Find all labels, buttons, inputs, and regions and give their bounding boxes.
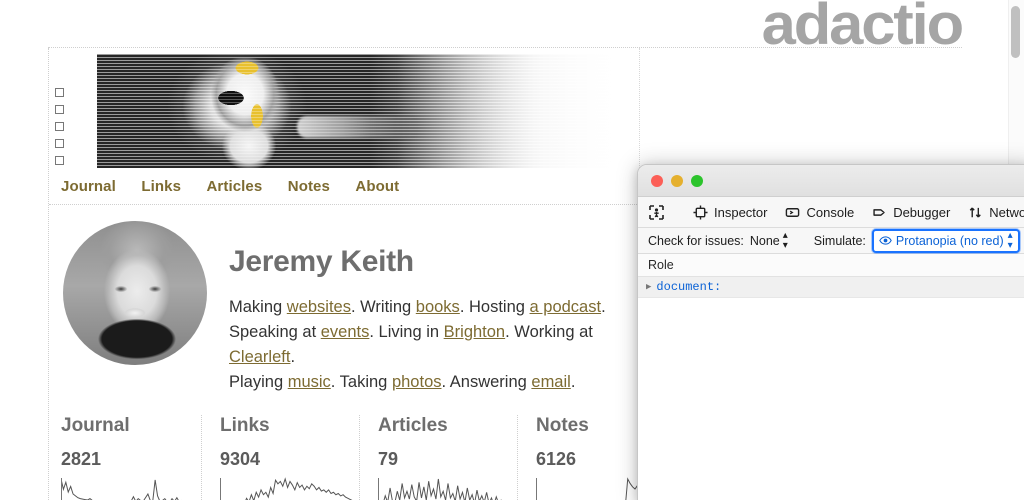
- simulate-select[interactable]: Protanopia (no red) ▴▾: [872, 229, 1020, 253]
- debugger-icon: [872, 205, 887, 220]
- nav-item-journal[interactable]: Journal: [61, 178, 116, 195]
- bio-link[interactable]: Clearleft: [229, 348, 290, 366]
- bio-text: . Answering: [442, 373, 532, 391]
- stat-title: Journal: [61, 415, 201, 437]
- banner-region: [49, 48, 639, 168]
- bio-text: Playing: [229, 373, 288, 391]
- bio-line: Playing music. Taking photos. Answering …: [229, 370, 639, 395]
- bio-line: Making websites. Writing books. Hosting …: [229, 295, 639, 320]
- network-icon: [968, 205, 983, 220]
- accessibility-toolbar: Check for issues: None ▴▾ Simulate: Prot…: [638, 228, 1024, 254]
- simulate-label: Simulate:: [814, 234, 866, 248]
- bio-link[interactable]: Brighton: [444, 323, 505, 341]
- tab-label: Console: [806, 205, 854, 220]
- bio-text: . Working at: [505, 323, 593, 341]
- tab-inspector[interactable]: Inspector: [684, 202, 776, 223]
- tab-network[interactable]: Network: [959, 202, 1024, 223]
- sparkline-chart: [61, 476, 201, 500]
- stat-articles[interactable]: Articles 79: [359, 415, 517, 500]
- tree-row-document[interactable]: ▶ document:: [638, 277, 1024, 298]
- bio-text: . Hosting: [460, 298, 530, 316]
- stormtrooper-figure: [197, 58, 317, 168]
- banner-scanlines: [97, 54, 639, 168]
- content-column: Journal Links Articles Notes About Jerem…: [48, 48, 640, 500]
- bio-line: Speaking at events. Living in Brighton. …: [229, 320, 639, 370]
- page-scrollbar-thumb[interactable]: [1011, 6, 1020, 58]
- bio-text: Speaking at: [229, 323, 321, 341]
- bio-link[interactable]: email: [531, 373, 570, 391]
- banner-fade-overlay: [97, 54, 639, 168]
- stormtrooper-arm: [297, 116, 417, 138]
- accessibility-tree-body: [638, 298, 1024, 500]
- stat-count: 2821: [61, 449, 201, 470]
- site-logo[interactable]: adactio: [762, 0, 962, 54]
- sparkline-chart: [378, 476, 518, 500]
- banner-image: [97, 54, 639, 168]
- accessibility-tree-column-header: Role: [638, 254, 1024, 277]
- nav-item-notes[interactable]: Notes: [288, 178, 330, 195]
- bio-block: Jeremy Keith Making websites. Writing bo…: [229, 221, 639, 395]
- simulate-value: Protanopia (no red): [896, 234, 1004, 248]
- nav-item-links[interactable]: Links: [141, 178, 181, 195]
- bio-text: .: [290, 348, 295, 366]
- screen: adactio: [0, 0, 1024, 500]
- marker-icon: [55, 122, 64, 131]
- bio-text: .: [571, 373, 576, 391]
- marker-icon: [55, 139, 64, 148]
- devtools-window: Inspector Console Debugger: [637, 164, 1024, 500]
- check-for-issues-label: Check for issues:: [648, 234, 744, 248]
- tab-label: Debugger: [893, 205, 950, 220]
- bio-text: Making: [229, 298, 287, 316]
- nav-item-articles[interactable]: Articles: [206, 178, 262, 195]
- check-for-issues-value: None: [750, 234, 780, 248]
- stats-row: Journal 2821 Links 9304 Articles 79 Note…: [49, 415, 639, 500]
- bio-link[interactable]: photos: [392, 373, 442, 391]
- chevron-right-icon[interactable]: ▶: [646, 282, 651, 292]
- devtools-titlebar[interactable]: [638, 165, 1024, 197]
- minimize-icon[interactable]: [671, 175, 683, 187]
- bio-link[interactable]: a podcast: [530, 298, 602, 316]
- tree-row-label: document:: [656, 280, 721, 294]
- bio-text: . Writing: [351, 298, 416, 316]
- nav-item-about[interactable]: About: [355, 178, 399, 195]
- bio-link[interactable]: music: [288, 373, 331, 391]
- close-icon[interactable]: [651, 175, 663, 187]
- tab-label: Inspector: [714, 205, 767, 220]
- stat-title: Links: [220, 415, 359, 437]
- bio-link[interactable]: events: [321, 323, 370, 341]
- marker-icon: [55, 105, 64, 114]
- stat-count: 9304: [220, 449, 359, 470]
- element-picker-icon[interactable]: [648, 201, 665, 223]
- check-for-issues-select[interactable]: None ▴▾: [750, 231, 788, 251]
- sparkline-chart: [220, 476, 360, 500]
- devtools-tabbar: Inspector Console Debugger: [638, 197, 1024, 228]
- tab-label: Network: [989, 205, 1024, 220]
- stepper-icon: ▴▾: [783, 231, 788, 251]
- bio-text: .: [601, 298, 606, 316]
- marker-icon: [55, 156, 64, 165]
- inspector-icon: [693, 205, 708, 220]
- avatar: [63, 221, 207, 365]
- profile-section: Jeremy Keith Making websites. Writing bo…: [49, 205, 639, 395]
- bio-text: . Living in: [369, 323, 443, 341]
- stat-links[interactable]: Links 9304: [201, 415, 359, 500]
- tab-console[interactable]: Console: [776, 202, 863, 223]
- tab-debugger[interactable]: Debugger: [863, 202, 959, 223]
- page-title: Jeremy Keith: [229, 245, 639, 279]
- stat-journal[interactable]: Journal 2821: [61, 415, 201, 500]
- console-icon: [785, 205, 800, 220]
- stepper-icon: ▴▾: [1008, 231, 1013, 251]
- broken-image-markers: [55, 88, 67, 168]
- marker-icon: [55, 88, 64, 97]
- stat-count: 79: [378, 449, 517, 470]
- eye-icon: [879, 235, 892, 246]
- primary-nav[interactable]: Journal Links Articles Notes About: [49, 168, 639, 205]
- stat-title: Articles: [378, 415, 517, 437]
- bio-text: . Taking: [331, 373, 392, 391]
- zoom-icon[interactable]: [691, 175, 703, 187]
- bio-link[interactable]: books: [416, 298, 460, 316]
- column-header-role: Role: [648, 258, 674, 272]
- bio-link[interactable]: websites: [287, 298, 351, 316]
